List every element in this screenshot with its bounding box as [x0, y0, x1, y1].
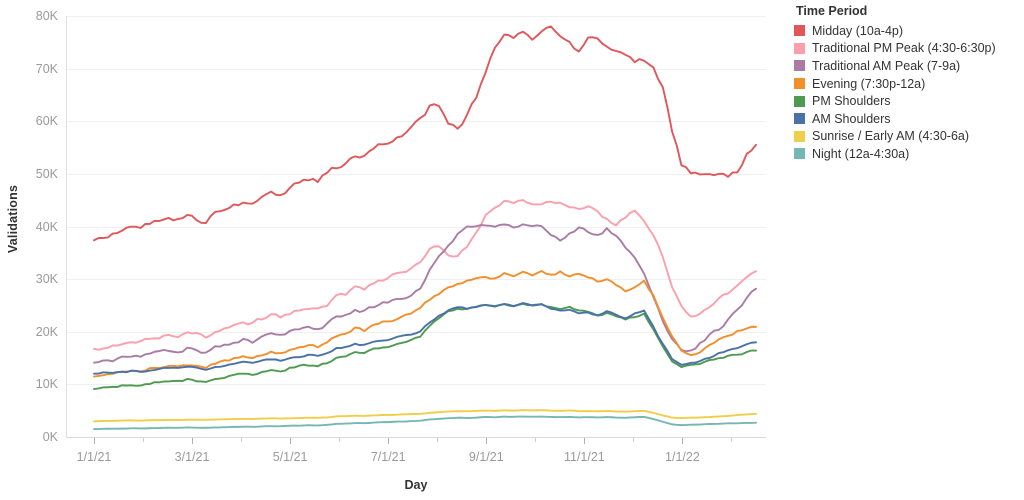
- plot-area: Validations 80K 70K 60K 50K 40K 30K 20K 10K 0K 1…: [0, 0, 790, 500]
- legend-swatch-am_peak: [794, 60, 805, 72]
- x-axis-tick-label: 1/1/22: [665, 450, 700, 464]
- x-axis-tick-label: 3/1/21: [174, 450, 210, 464]
- legend-swatch-pm_shoulders: [794, 95, 805, 107]
- legend-label-pm_peak: Traditional PM Peak (4:30-6:30p): [812, 41, 996, 56]
- x-axis-minor-tick: [731, 438, 733, 442]
- legend-item-pm_shoulders[interactable]: PM Shoulders: [794, 92, 1020, 110]
- y-axis-tick-0K: 0K: [42, 430, 58, 444]
- legend-swatch-sunrise: [794, 130, 805, 142]
- x-axis-tick-label: 7/1/21: [370, 450, 406, 464]
- x-axis-minor-tick: [241, 438, 243, 442]
- legend-label-am_shoulders: AM Shoulders: [812, 111, 891, 126]
- x-axis-major-tick: [388, 438, 390, 444]
- legend-item-am_peak[interactable]: Traditional AM Peak (7-9a): [794, 57, 1020, 75]
- legend-swatch-am_shoulders: [794, 113, 805, 125]
- x-axis-tick-label: 5/1/21: [272, 450, 308, 464]
- legend-swatch-evening: [794, 78, 805, 90]
- x-axis-minor-tick: [437, 438, 439, 442]
- legend-swatch-night: [794, 148, 805, 160]
- legend-item-midday[interactable]: Midday (10a-4p): [794, 22, 1020, 40]
- x-axis-minor-tick: [143, 438, 145, 442]
- x-axis-minor-tick: [339, 438, 341, 442]
- series-line-pm_shoulders: [93, 302, 757, 390]
- series-line-night: [93, 415, 757, 431]
- x-axis-major-tick: [486, 438, 488, 444]
- legend-item-evening[interactable]: Evening (7:30p-12a): [794, 75, 1020, 93]
- y-axis-tick-50K: 50K: [35, 166, 58, 181]
- legend-label-am_peak: Traditional AM Peak (7-9a): [812, 58, 961, 73]
- x-axis-major-tick: [584, 438, 586, 444]
- y-axis-tick-80K: 80K: [35, 9, 58, 23]
- y-axis-tick-10K: 10K: [35, 377, 58, 392]
- legend-swatch-pm_peak: [794, 42, 805, 54]
- series-lines: [93, 25, 757, 431]
- y-axis-tick-20K: 20K: [35, 324, 58, 339]
- y-axis-tick-60K: 60K: [35, 114, 58, 129]
- series-line-midday: [93, 25, 757, 242]
- x-axis-major-tick: [94, 438, 95, 444]
- x-axis-title-label: Day: [404, 478, 428, 492]
- legend-swatch-midday: [794, 25, 805, 37]
- x-axis-major-tick: [290, 438, 292, 444]
- y-axis-tick-30K: 30K: [35, 272, 58, 287]
- legend-label-pm_shoulders: PM Shoulders: [812, 94, 891, 109]
- x-axis-minor-tick: [535, 438, 537, 442]
- y-axis-tick-labels: 80K 70K 60K 50K 40K 30K 20K 10K 0K: [0, 0, 58, 500]
- legend-title: Time Period: [796, 4, 868, 18]
- legend-item-am_shoulders[interactable]: AM Shoulders: [794, 110, 1020, 128]
- legend-item-pm_peak[interactable]: Traditional PM Peak (4:30-6:30p): [794, 40, 1020, 58]
- x-axis-minor-tick: [633, 438, 635, 442]
- legend-label-night: Night (12a-4:30a): [812, 146, 910, 161]
- x-axis-tick-label: 9/1/21: [468, 450, 504, 464]
- x-axis-major-tick: [682, 438, 684, 444]
- y-axis-tick-70K: 70K: [35, 61, 58, 76]
- x-axis-tick-label: 11/1/21: [563, 450, 605, 464]
- legend-items: Midday (10a-4p) Traditional PM Peak (4:30…: [794, 22, 1020, 163]
- y-axis-tick-40K: 40K: [35, 219, 58, 234]
- x-axis-title: Day: [66, 478, 766, 492]
- x-axis-line: [66, 437, 766, 438]
- series-line-evening: [93, 270, 757, 378]
- x-axis-major-tick: [192, 438, 194, 444]
- x-axis-tick-label: 1/1/21: [76, 450, 112, 464]
- series-line-am_peak: [93, 223, 757, 364]
- legend-label-sunrise: Sunrise / Early AM (4:30-6a): [812, 129, 970, 144]
- legend-item-sunrise[interactable]: Sunrise / Early AM (4:30-6a): [794, 128, 1020, 146]
- legend-label-evening: Evening (7:30p-12a): [812, 76, 926, 91]
- legend-item-night[interactable]: Night (12a-4:30a): [794, 145, 1020, 163]
- legend-label-midday: Midday (10a-4p): [812, 23, 904, 38]
- line-chart-visualization: Validations 80K 70K 60K 50K 40K 30K 20K 10K 0K 1…: [0, 0, 1024, 500]
- legend: Time Period Midday (10a-4p) Traditional P…: [794, 4, 1020, 163]
- series-line-am_shoulders: [93, 302, 757, 375]
